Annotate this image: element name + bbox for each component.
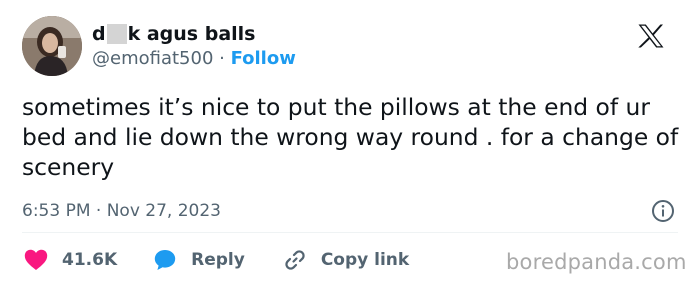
avatar-image <box>22 16 82 76</box>
info-icon[interactable] <box>651 199 675 223</box>
like-count: 41.6K <box>62 250 118 270</box>
user-handle[interactable]: @emofiat500 <box>92 48 213 69</box>
heart-icon <box>24 249 48 270</box>
display-name-end: k agus balls <box>127 23 256 45</box>
handle-row: @emofiat500 · Follow <box>92 48 296 70</box>
display-name-start: d <box>92 23 106 45</box>
x-logo-icon[interactable] <box>638 24 664 48</box>
link-icon <box>285 250 305 270</box>
avatar[interactable] <box>22 16 82 76</box>
tweet-text: sometimes it’s nice to put the pillows a… <box>22 93 679 181</box>
tweet-timestamp[interactable]: 6:53 PM · Nov 27, 2023 <box>22 200 221 222</box>
copy-link-button[interactable]: Copy link <box>283 248 409 272</box>
reply-bubble-icon <box>154 250 176 270</box>
reply-label: Reply <box>191 250 245 270</box>
action-bar: 41.6K Reply Copy link <box>24 247 409 273</box>
follow-button[interactable]: Follow <box>231 48 296 69</box>
like-button[interactable]: 41.6K <box>24 249 117 271</box>
divider <box>22 232 678 233</box>
copy-link-label: Copy link <box>320 250 410 270</box>
watermark: boredpanda.com <box>506 250 687 274</box>
display-name[interactable]: d k agus balls <box>92 22 256 46</box>
handle-separator: · <box>213 48 231 69</box>
censor-block <box>106 24 127 44</box>
reply-button[interactable]: Reply <box>153 248 245 272</box>
